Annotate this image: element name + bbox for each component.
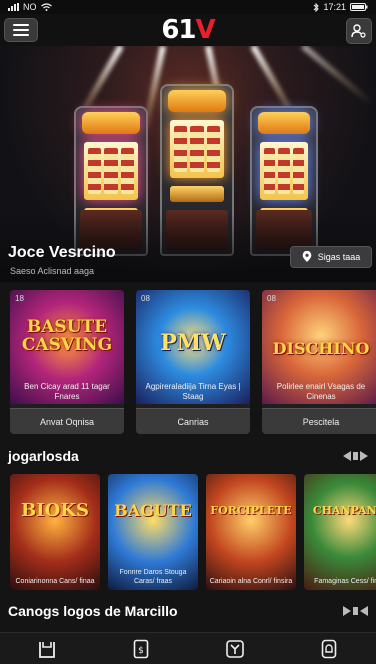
logo-text: 61 [161,15,196,45]
menu-line [13,29,29,31]
account-icon[interactable] [318,638,340,660]
game-description: Fonnre Daros Stouga Caras/ fraas [119,569,187,585]
section-header: Canogs logos de Marcillo [0,601,376,621]
svg-text:$: $ [138,646,144,656]
game-description: Coniarinonna Cans/ finaa [15,578,95,585]
machine-topper [168,90,226,112]
carousel-arrows[interactable] [343,606,368,616]
menu-line [13,34,29,36]
game-title: BAGUTE [114,501,192,520]
arrow-right-icon[interactable] [343,606,351,616]
carousel-arrows[interactable] [343,451,368,461]
featured-card[interactable]: 18 BASUTE CASVING Ben Cicay arad 11 taga… [10,290,124,434]
card-badge: 18 [15,294,24,303]
game-card[interactable]: BAGUTE Fonnre Daros Stouga Caras/ fraas [108,474,198,590]
card-art-title: DISCHINO [272,339,370,358]
casino-icon[interactable] [224,638,246,660]
wifi-icon [40,3,52,11]
card-art-title: PMW [160,330,226,356]
signal-icon [8,3,19,11]
card-badge: 08 [141,294,150,303]
app-header: 61 V [0,14,376,46]
card-badge: 08 [267,294,276,303]
hero-subtitle: Saeso Aclisnad aaga [10,266,95,276]
brand-logo[interactable]: 61 V [161,15,216,45]
hero-cta-label: Sigas taaa [317,252,361,262]
featured-card[interactable]: 08 PMW Agpireraladiija Tirna Eyas | Staa… [136,290,250,434]
section-title: jogarlosda [8,448,79,464]
user-settings-icon [351,24,366,38]
status-left: NO [8,2,52,12]
status-bar: NO 17:21 [0,0,376,14]
menu-line [13,24,29,26]
card-art-title: BASUTE CASVING [21,317,113,355]
game-title: BIOKS [21,500,89,521]
card-description: Ben Cicay arad 11 tagar Fnares [24,382,110,401]
featured-card[interactable]: 08 DISCHINO Polirlee enairl Vsagas de Ci… [262,290,376,434]
card-cta-button[interactable]: Canrias [136,408,250,434]
machine-reels [88,148,134,194]
section-title: Canogs logos de Marcillo [8,603,178,619]
hero-title: Joce Vesrcino [8,244,116,261]
bottom-navigation: $ [0,632,376,664]
game-card[interactable]: CHANPANE Famaginas Cess/ finta [304,474,376,590]
game-title: CHANPANE [312,504,376,517]
light-beam [301,46,374,107]
promo-icon[interactable]: $ [130,638,152,660]
card-cta-button[interactable]: Anvat Oqnisa [10,408,124,434]
games-carousel: BIOKS Coniarinonna Cans/ finaa BAGUTE Fo… [0,474,376,590]
arrow-right-icon[interactable] [360,451,368,461]
featured-cards: 18 BASUTE CASVING Ben Cicay arad 11 taga… [0,290,376,436]
game-description: Famaginas Cess/ finta [314,578,376,585]
game-card[interactable]: FORCIPLETE Cariaoin alna Conrl/ finsira [206,474,296,590]
clock: 17:21 [323,2,346,12]
machine-topper [82,112,140,134]
bluetooth-icon [314,2,320,12]
carrier-label: NO [23,2,37,12]
location-pin-icon [302,251,312,262]
menu-button[interactable] [4,18,38,42]
card-description: Agpireraladiija Tirna Eyas | Staag [145,382,241,401]
section-header: jogarlosda [0,446,376,466]
carousel-indicator [353,452,358,460]
home-icon[interactable] [36,638,58,660]
machine-reels [264,148,304,194]
hero-cta-button[interactable]: Sigas taaa [290,246,372,268]
machine-topper [258,112,310,134]
arrow-left-icon[interactable] [343,451,351,461]
arrow-left-icon[interactable] [360,606,368,616]
game-title: FORCIPLETE [210,504,292,517]
machine-panel [170,186,224,202]
logo-accent: V [195,15,216,45]
card-cta-button[interactable]: Pescitela [262,408,376,434]
carousel-indicator [353,607,358,615]
battery-icon [350,3,368,11]
game-description: Cariaoin alna Conrl/ finsira [209,578,293,585]
machine-reels [174,126,220,172]
card-description: Polirlee enairl Vsagas de Cinenas [276,382,366,401]
status-right: 17:21 [313,2,368,12]
hero-banner[interactable]: Joce Vesrcino Saeso Aclisnad aaga Sigas … [0,46,376,282]
game-card[interactable]: BIOKS Coniarinonna Cans/ finaa [10,474,100,590]
account-settings-button[interactable] [346,18,372,44]
